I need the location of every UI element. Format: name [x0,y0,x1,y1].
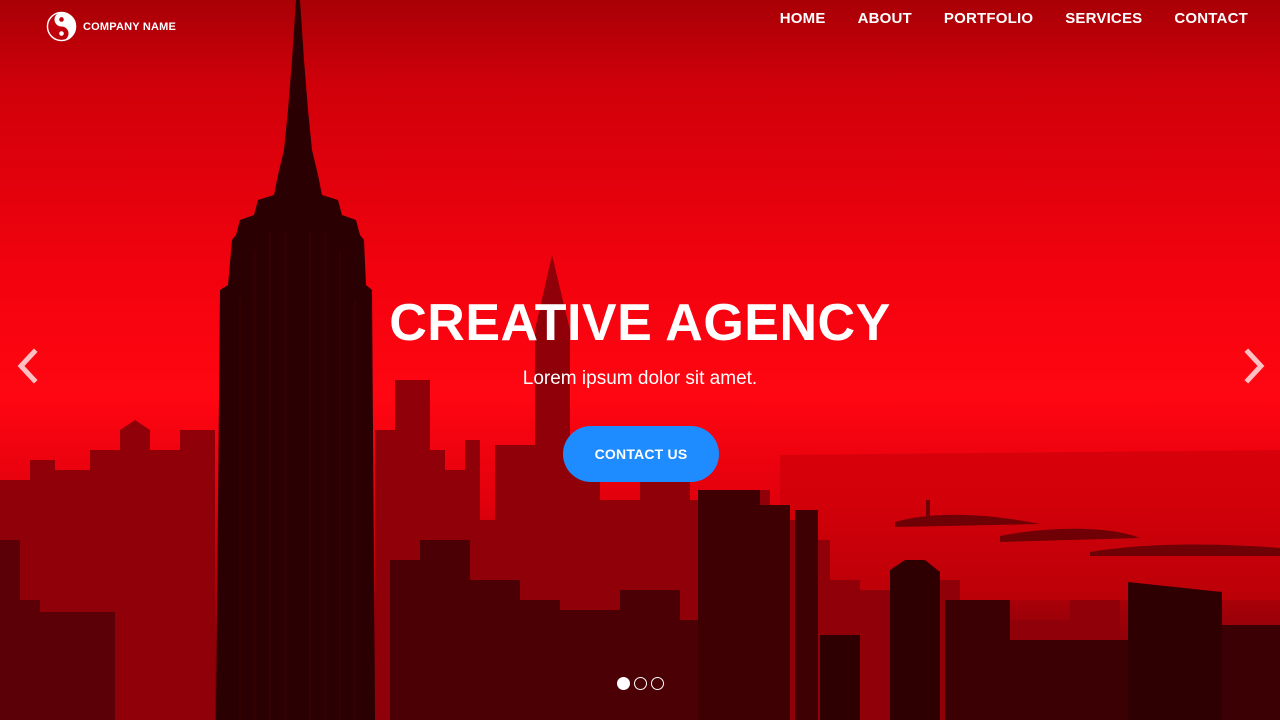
carousel-dot-2[interactable] [634,677,647,690]
carousel-next-button[interactable] [1240,347,1270,389]
yin-yang-icon [46,11,77,42]
top-navbar: COMPANY NAME HOME ABOUT PORTFOLIO SERVIC… [0,0,1280,56]
main-nav: HOME ABOUT PORTFOLIO SERVICES CONTACT [748,10,1248,27]
carousel-indicators [617,677,668,690]
nav-services[interactable]: SERVICES [1065,10,1142,27]
nav-contact[interactable]: CONTACT [1174,10,1248,27]
hero-subtitle: Lorem ipsum dolor sit amet. [522,368,758,389]
carousel-dot-3[interactable] [651,677,664,690]
company-name: COMPANY NAME [83,20,177,33]
nav-home[interactable]: HOME [780,10,826,27]
carousel-dot-1[interactable] [617,677,630,690]
hero-title: CREATIVE AGENCY [389,294,891,352]
brand-logo[interactable]: COMPANY NAME [46,11,176,42]
nav-about[interactable]: ABOUT [858,10,912,27]
nav-portfolio[interactable]: PORTFOLIO [944,10,1033,27]
city-skyline-background [0,0,1280,720]
carousel-prev-button[interactable] [12,347,42,389]
contact-us-button[interactable]: CONTACT US [563,426,719,482]
chevron-right-icon [1243,347,1267,389]
chevron-left-icon [15,347,39,389]
hero-section [0,0,1280,720]
